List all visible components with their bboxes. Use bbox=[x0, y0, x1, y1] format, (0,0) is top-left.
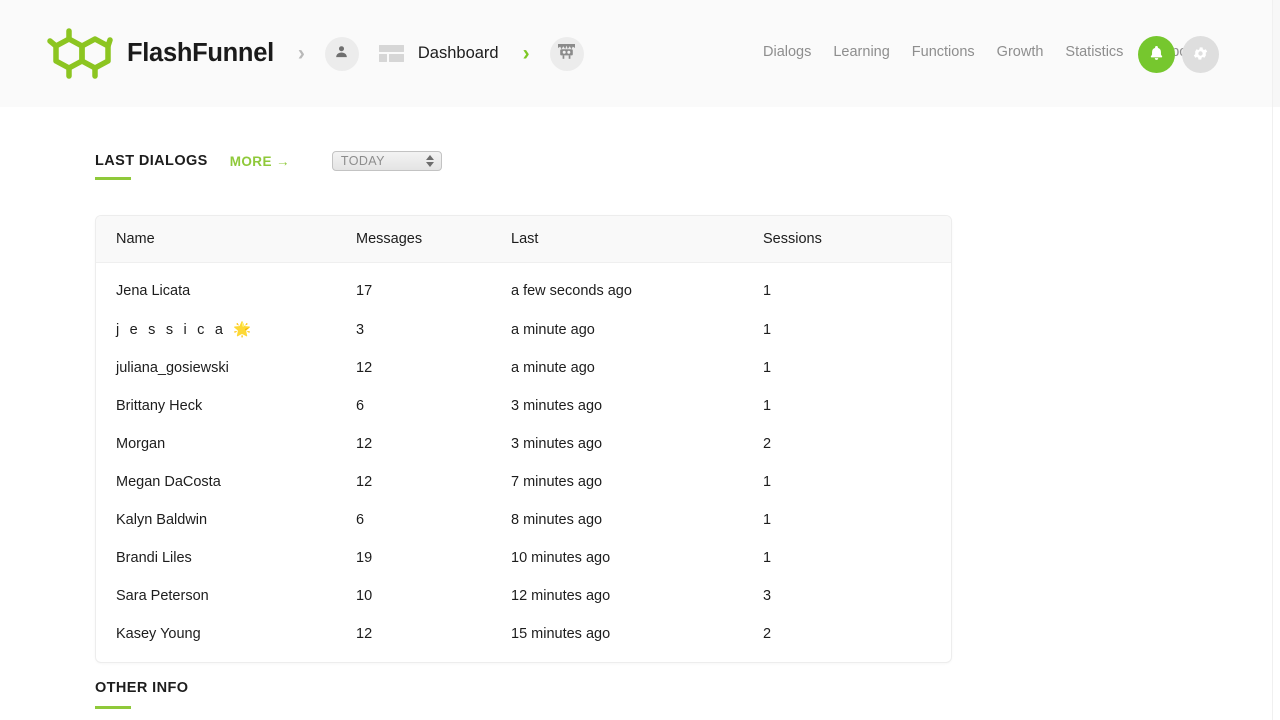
app-root: FlashFunnel › Dashboard › Dialogs Learni… bbox=[0, 0, 1280, 720]
settings-button[interactable] bbox=[1182, 36, 1219, 73]
cell-name: juliana_gosiewski bbox=[116, 360, 229, 376]
cell-name: Kasey Young bbox=[116, 626, 201, 642]
cell-last: 3 minutes ago bbox=[511, 398, 603, 414]
cell-last: 12 minutes ago bbox=[511, 588, 611, 604]
table-row[interactable]: Kalyn Baldwin 6 8 minutes ago 1 bbox=[96, 501, 951, 539]
cell-last: a minute ago bbox=[511, 360, 595, 376]
column-header-last[interactable]: Last bbox=[511, 216, 763, 263]
cell-sessions: 1 bbox=[763, 360, 772, 376]
section-title-wrap: LAST DIALOGS bbox=[95, 152, 208, 180]
main-content: LAST DIALOGS MORE → TODAY Name Messages … bbox=[0, 107, 1272, 720]
cell-name: j e s s i c a 🌟 bbox=[116, 322, 255, 338]
cell-last: 15 minutes ago bbox=[511, 626, 611, 642]
other-info-underline bbox=[95, 706, 131, 709]
cell-name: Morgan bbox=[116, 436, 166, 452]
period-select-value: TODAY bbox=[340, 154, 385, 168]
table-row[interactable]: Megan DaCosta 12 7 minutes ago 1 bbox=[96, 463, 951, 501]
cell-sessions: 2 bbox=[763, 626, 772, 642]
cell-last: 3 minutes ago bbox=[511, 436, 603, 452]
cell-name: Jena Licata bbox=[116, 283, 191, 299]
table-head: Name Messages Last Sessions bbox=[96, 216, 951, 263]
app-header: FlashFunnel › Dashboard › Dialogs Learni… bbox=[0, 0, 1272, 107]
nav-item-growth[interactable]: Growth bbox=[997, 44, 1044, 60]
breadcrumb-item-dashboard[interactable]: Dashboard bbox=[378, 44, 499, 63]
cell-sessions: 1 bbox=[763, 512, 772, 528]
cell-name: Kalyn Baldwin bbox=[116, 512, 208, 528]
breadcrumb-dashboard-label: Dashboard bbox=[417, 44, 499, 62]
other-info-section: OTHER INFO bbox=[95, 680, 188, 709]
nav-item-learning[interactable]: Learning bbox=[833, 44, 889, 60]
period-select[interactable]: TODAY bbox=[331, 151, 442, 171]
cell-last: 7 minutes ago bbox=[511, 474, 603, 490]
cell-name: Brittany Heck bbox=[116, 398, 203, 414]
bot-icon bbox=[557, 43, 576, 65]
scrollbar-track-top bbox=[1273, 0, 1280, 107]
nav-item-dialogs[interactable]: Dialogs bbox=[763, 44, 811, 60]
gear-icon bbox=[1192, 45, 1209, 65]
table-row[interactable]: juliana_gosiewski 12 a minute ago 1 bbox=[96, 349, 951, 387]
scrollbar-track[interactable] bbox=[1272, 0, 1280, 720]
breadcrumb-separator-2: › bbox=[522, 42, 530, 65]
cell-messages: 17 bbox=[356, 283, 373, 299]
column-header-sessions[interactable]: Sessions bbox=[763, 216, 951, 263]
section-title: LAST DIALOGS bbox=[95, 153, 208, 169]
cell-messages: 6 bbox=[356, 398, 365, 414]
cell-name: Sara Peterson bbox=[116, 588, 209, 604]
cell-last: 8 minutes ago bbox=[511, 512, 603, 528]
nav-item-statistics[interactable]: Statistics bbox=[1065, 44, 1123, 60]
table-row[interactable]: Morgan 12 3 minutes ago 2 bbox=[96, 425, 951, 463]
column-header-messages[interactable]: Messages bbox=[356, 216, 511, 263]
cell-last: a few seconds ago bbox=[511, 283, 632, 299]
bell-icon bbox=[1148, 44, 1165, 65]
table-row[interactable]: Jena Licata 17 a few seconds ago 1 bbox=[96, 263, 951, 311]
cell-last: a minute ago bbox=[511, 321, 595, 338]
last-dialogs-table: Name Messages Last Sessions Jena Licata … bbox=[96, 216, 951, 662]
stepper-arrows-icon bbox=[425, 155, 434, 167]
table-row[interactable]: Brandi Liles 19 10 minutes ago 1 bbox=[96, 539, 951, 577]
header-actions bbox=[1138, 36, 1219, 73]
table-row[interactable]: Kasey Young 12 15 minutes ago 2 bbox=[96, 615, 951, 662]
cell-messages: 10 bbox=[356, 588, 373, 604]
breadcrumb-avatar-button[interactable] bbox=[324, 36, 359, 71]
column-header-name[interactable]: Name bbox=[96, 216, 356, 263]
dashboard-grid-icon bbox=[378, 45, 404, 62]
nav-item-functions[interactable]: Functions bbox=[912, 44, 975, 60]
cell-name: Brandi Liles bbox=[116, 550, 192, 566]
breadcrumb-bot-button[interactable] bbox=[549, 36, 584, 71]
cell-messages: 3 bbox=[356, 321, 365, 338]
table-row[interactable]: Sara Peterson 10 12 minutes ago 3 bbox=[96, 577, 951, 615]
cell-sessions: 1 bbox=[763, 398, 772, 414]
table-body: Jena Licata 17 a few seconds ago 1 j e s… bbox=[96, 263, 951, 663]
cell-messages: 12 bbox=[356, 626, 373, 642]
brand[interactable]: FlashFunnel bbox=[47, 24, 274, 84]
notifications-button[interactable] bbox=[1138, 36, 1175, 73]
cell-messages: 6 bbox=[356, 512, 365, 528]
section-title-underline bbox=[95, 177, 131, 180]
cell-messages: 19 bbox=[356, 550, 373, 566]
cell-messages: 12 bbox=[356, 474, 373, 490]
molecule-logo-icon bbox=[47, 27, 113, 80]
cell-sessions: 2 bbox=[763, 436, 772, 452]
cell-name: Megan DaCosta bbox=[116, 474, 221, 490]
cell-messages: 12 bbox=[356, 436, 373, 452]
table-row[interactable]: j e s s i c a 🌟 3 a minute ago 1 bbox=[96, 310, 951, 349]
person-icon bbox=[334, 44, 349, 64]
breadcrumb-separator-1: › bbox=[297, 42, 305, 65]
cell-sessions: 1 bbox=[763, 550, 772, 566]
table-row[interactable]: Brittany Heck 6 3 minutes ago 1 bbox=[96, 387, 951, 425]
cell-last: 10 minutes ago bbox=[511, 550, 611, 566]
last-dialogs-table-card: Name Messages Last Sessions Jena Licata … bbox=[95, 215, 952, 663]
cell-sessions: 3 bbox=[763, 588, 772, 604]
last-dialogs-section-header: LAST DIALOGS MORE → TODAY bbox=[95, 151, 442, 181]
cell-messages: 12 bbox=[356, 360, 373, 376]
cell-sessions: 1 bbox=[763, 283, 772, 299]
other-info-title: OTHER INFO bbox=[95, 680, 189, 696]
more-link[interactable]: MORE → bbox=[230, 154, 290, 169]
brand-name: FlashFunnel bbox=[127, 39, 274, 67]
cell-sessions: 1 bbox=[763, 321, 772, 338]
cell-sessions: 1 bbox=[763, 474, 772, 490]
table-header-row: Name Messages Last Sessions bbox=[96, 216, 951, 263]
main-nav: Dialogs Learning Functions Growth Statis… bbox=[763, 44, 1196, 60]
